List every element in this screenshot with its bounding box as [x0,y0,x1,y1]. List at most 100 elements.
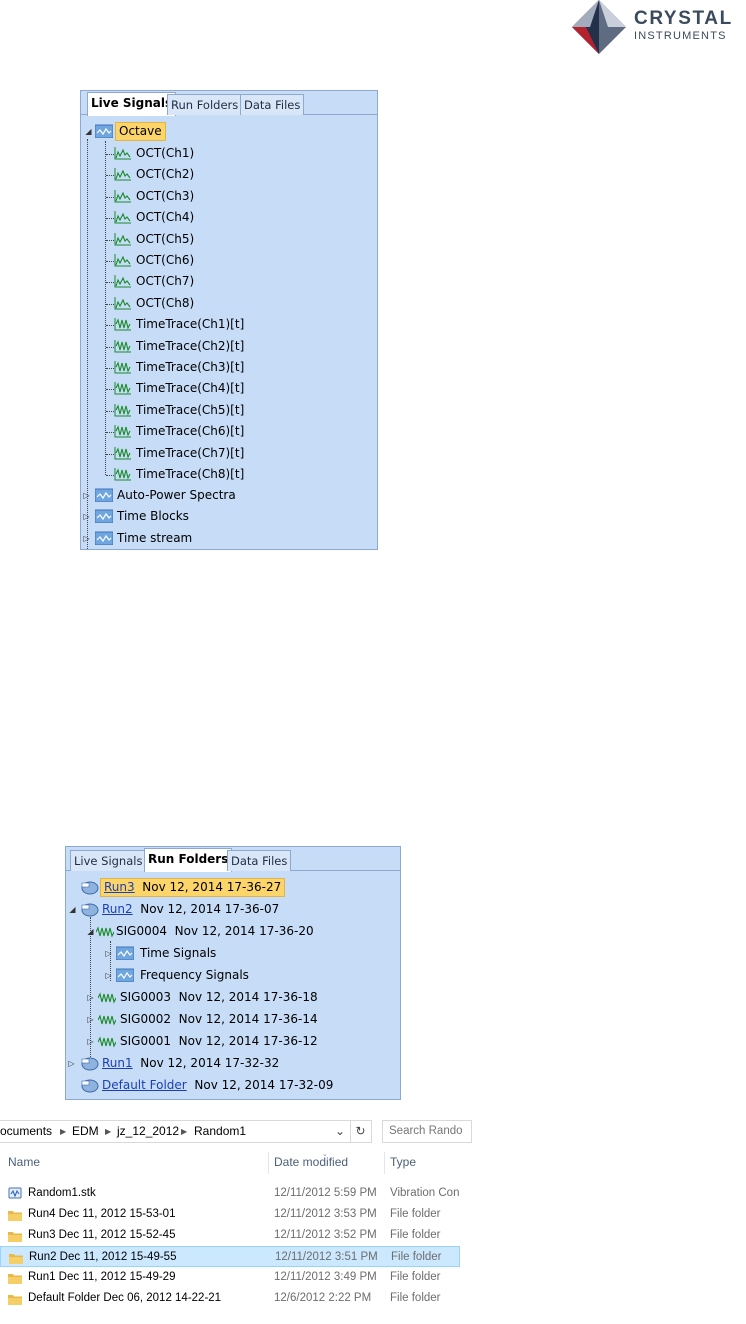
tree-node-signal[interactable]: OCT(Ch3) [81,186,379,207]
tree-node-signal[interactable]: TimeTrace(Ch4)[t] [81,378,379,399]
breadcrumb-segment[interactable]: jz_12_2012 [117,1121,179,1142]
tree-node-signal[interactable]: OCT(Ch7) [81,271,379,292]
tree-node-signal[interactable]: OCT(Ch4) [81,207,379,228]
tree-node-label: OCT(Ch6) [136,253,195,267]
column-header-type[interactable]: Type [390,1150,416,1175]
tree-node-octave[interactable]: ◢ Octave [81,121,379,142]
expand-arrow-icon[interactable]: ▷ [86,1015,95,1024]
tree-node-label: TimeTrace(Ch8)[t] [136,467,245,481]
file-row[interactable]: Run2 Dec 11, 2012 15-49-55 12/11/2012 3:5… [0,1246,460,1267]
tree-node-sig0001[interactable]: ▷ SIG0001 Nov 12, 2014 17-36-12 [66,1031,402,1052]
signal-name: SIG0002 [120,1012,171,1026]
breadcrumb-segment[interactable]: ocuments [0,1121,52,1142]
file-date: 12/11/2012 3:51 PM [275,1251,378,1263]
tree-node-auto-power-spectra[interactable]: ▷ Auto-Power Spectra [81,485,379,506]
signal-name: SIG0001 [120,1034,171,1048]
signal-date: Nov 12, 2014 17-36-18 [178,990,318,1004]
tree-node-frequency-signals[interactable]: ▷ Frequency Signals [66,965,402,986]
tree-line [106,175,114,177]
tree-node-label: TimeTrace(Ch5)[t] [136,402,245,417]
tree-node-label: TimeTrace(Ch7)[t] [136,445,245,460]
search-input[interactable]: Search Rando [382,1120,472,1143]
tree-node-run3[interactable]: Run3 Nov 12, 2014 17-36-27 [66,877,402,898]
tree-node-signal[interactable]: TimeTrace(Ch5)[t] [81,400,379,421]
column-header-name[interactable]: Name [8,1150,40,1175]
run-link[interactable]: Default Folder [102,1078,187,1092]
tree-line [106,475,114,476]
tab-live-signals[interactable]: Live Signals [87,92,177,116]
tree-node-signal[interactable]: OCT(Ch1) [81,143,379,164]
tree-node-label: OCT(Ch4) [136,210,195,225]
tree-node-signal[interactable]: TimeTrace(Ch6)[t] [81,421,379,442]
chevron-down-icon[interactable]: ⌄ [330,1121,350,1142]
signal-name: SIG0003 [120,990,171,1004]
expand-arrow-icon[interactable]: ▷ [67,1059,76,1068]
tab-data-files[interactable]: Data Files [227,850,292,871]
file-row[interactable]: Random1.stk 12/11/2012 5:59 PM Vibration C… [0,1183,460,1204]
folder-signal-icon [116,968,134,982]
breadcrumb-arrow-icon[interactable]: ▶ [181,1121,187,1142]
expand-arrow-icon[interactable]: ▷ [104,949,113,958]
file-row[interactable]: Run3 Dec 11, 2012 15-52-45 12/11/2012 3:5… [0,1225,460,1246]
collapse-arrow-icon[interactable]: ◢ [84,127,93,136]
expand-arrow-icon[interactable]: ▷ [86,1037,95,1046]
tree-node-signal[interactable]: OCT(Ch6) [81,250,379,271]
tree-line [106,368,114,369]
run-date: Nov 12, 2014 17-32-09 [194,1078,334,1092]
column-header-date[interactable]: Date modified [274,1150,348,1175]
tree-node-sig0004[interactable]: ◢ SIG0004 Nov 12, 2014 17-36-20 [66,921,402,942]
breadcrumb-segment[interactable]: Random1 [194,1121,246,1142]
expand-arrow-icon[interactable]: ▷ [86,993,95,1002]
file-row[interactable]: Default Folder Dec 06, 2012 14-22-21 12/6… [0,1288,460,1309]
column-divider[interactable] [384,1152,385,1174]
tree-node-sig0002[interactable]: ▷ SIG0002 Nov 12, 2014 17-36-14 [66,1009,402,1030]
live-signals-panel: Live Signals Run Folders Data Files ◢ Oc… [80,90,378,550]
expand-arrow-icon[interactable]: ▷ [82,512,91,521]
run-link[interactable]: Run3 [104,880,135,894]
tab-live-signals[interactable]: Live Signals [70,850,147,871]
file-type: File folder [390,1292,441,1304]
tree-node-signal[interactable]: OCT(Ch5) [81,229,379,250]
file-row[interactable]: Run1 Dec 11, 2012 15-49-29 12/11/2012 3:4… [0,1267,460,1288]
tree-node-default-folder[interactable]: Default Folder Nov 12, 2014 17-32-09 [66,1075,402,1096]
run-folder-icon [81,903,99,917]
tree-node-signal[interactable]: OCT(Ch2) [81,164,379,185]
run-link[interactable]: Run2 [102,902,133,916]
tree-node-label: OCT(Ch1) [136,146,195,160]
tree-node-signal[interactable]: TimeTrace(Ch8)[t] [81,464,379,485]
refresh-icon[interactable]: ↻ [350,1121,370,1142]
tree-node-sig0003[interactable]: ▷ SIG0003 Nov 12, 2014 17-36-18 [66,987,402,1008]
tab-data-files[interactable]: Data Files [240,94,305,115]
tree-node-run1[interactable]: ▷ Run1 Nov 12, 2014 17-32-32 [66,1053,402,1074]
tree-node-label: OCT(Ch5) [136,231,195,246]
tree-node-label: Time Blocks [117,509,189,523]
tab-run-folders[interactable]: Run Folders [144,848,233,872]
tab-run-folders[interactable]: Run Folders [167,94,243,115]
tree-node-signal[interactable]: TimeTrace(Ch7)[t] [81,443,379,464]
collapse-arrow-icon[interactable]: ◢ [86,927,95,936]
signal-date: Nov 12, 2014 17-36-14 [178,1012,318,1026]
file-row[interactable]: Run4 Dec 11, 2012 15-53-01 12/11/2012 3:5… [0,1204,460,1225]
breadcrumb-segment[interactable]: EDM [72,1121,99,1142]
run-link[interactable]: Run1 [102,1056,133,1070]
expand-arrow-icon[interactable]: ▷ [82,491,91,500]
breadcrumb-arrow-icon[interactable]: ▶ [60,1121,66,1142]
tree-node-signal[interactable]: OCT(Ch8) [81,293,379,314]
column-divider[interactable] [268,1152,269,1174]
expand-arrow-icon[interactable]: ▷ [104,971,113,980]
tree-node-time-stream[interactable]: ▷ Time stream [81,528,379,549]
tree-node-signal[interactable]: TimeTrace(Ch2)[t] [81,336,379,357]
tree-node-time-blocks[interactable]: ▷ Time Blocks [81,506,379,527]
tree-node-signal[interactable]: TimeTrace(Ch1)[t] [81,314,379,335]
tree-node-time-signals[interactable]: ▷ Time Signals [66,943,402,964]
expand-arrow-icon[interactable]: ▷ [82,534,91,543]
run-date: Nov 12, 2014 17-32-32 [140,1056,280,1070]
signal-wave-icon [98,1036,116,1048]
time-trace-icon [114,467,132,488]
tree-node-signal[interactable]: TimeTrace(Ch3)[t] [81,357,379,378]
breadcrumb-arrow-icon[interactable]: ▶ [105,1121,111,1142]
collapse-arrow-icon[interactable]: ◢ [68,905,77,914]
tree-node-label: Time stream [117,531,193,545]
tree-node-run2[interactable]: ◢ Run2 Nov 12, 2014 17-36-07 [66,899,402,920]
address-bar[interactable]: ocuments ▶ EDM ▶ jz_12_2012 ▶ Random1 ⌄ … [0,1120,372,1143]
